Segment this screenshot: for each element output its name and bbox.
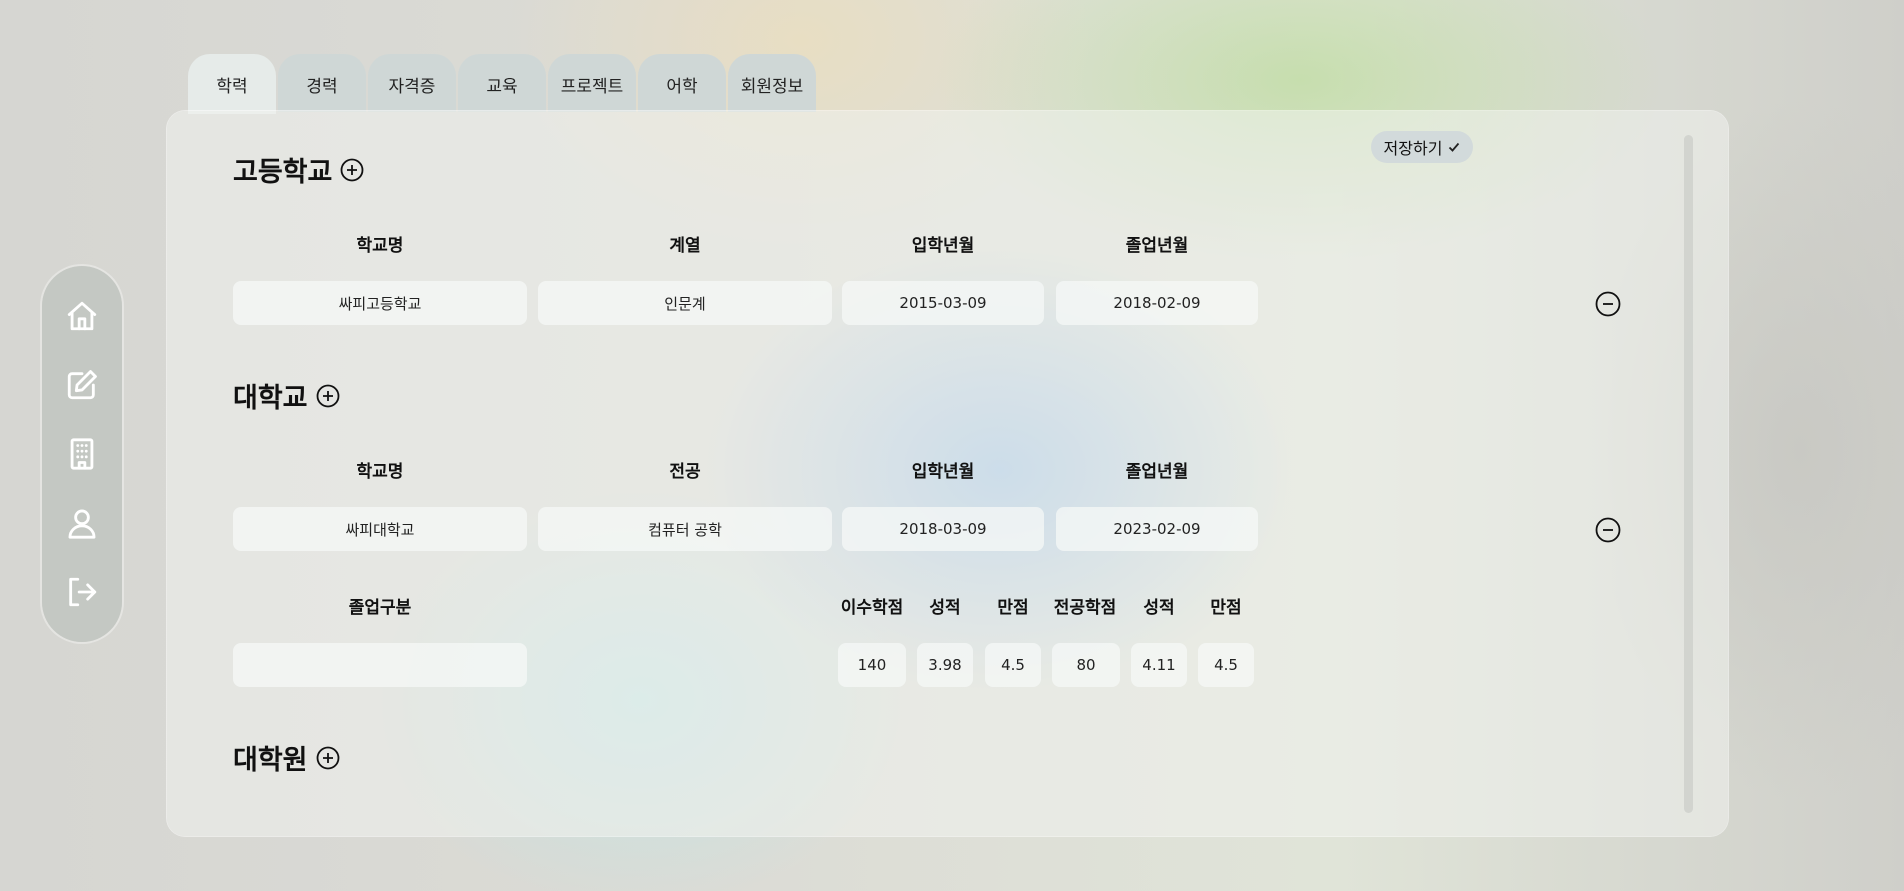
hs-graduation-header: 졸업년월 [1125, 236, 1189, 256]
tab-member-info[interactable]: 회원정보 [728, 54, 816, 112]
gpa-input[interactable]: 3.98 [917, 643, 973, 687]
hs-track-input[interactable]: 인문계 [538, 281, 832, 325]
uni-school-input[interactable]: 싸피대학교 [233, 507, 527, 551]
user-icon [68, 509, 96, 539]
sidebar-nav [42, 266, 122, 642]
uni-major-input[interactable]: 컴퓨터 공학 [538, 507, 832, 551]
nav-home[interactable] [62, 296, 102, 336]
uni-school-header: 학교명 [356, 462, 404, 482]
home-icon [67, 301, 97, 331]
grad-school-title: 대학원 [233, 745, 308, 776]
tab-education[interactable]: 학력 [188, 54, 276, 114]
add-grad-school-button[interactable] [316, 746, 340, 770]
nav-logout[interactable] [62, 572, 102, 612]
plus-circle-icon [340, 158, 364, 181]
major-gpa-max-header: 만점 [1210, 598, 1242, 618]
hs-admission-header: 입학년월 [911, 236, 975, 256]
high-school-title: 고등학교 [233, 157, 333, 188]
minus-circle-icon [1595, 291, 1621, 317]
uni-admission-input[interactable]: 2018-03-09 [842, 507, 1044, 551]
plus-circle-icon [316, 384, 339, 407]
credits-input[interactable]: 140 [838, 643, 906, 687]
hs-track-header: 계열 [669, 236, 701, 256]
grad-school-section-title: 대학원 [233, 738, 340, 777]
uni-graduation-header: 졸업년월 [1125, 462, 1189, 482]
plus-circle-icon [316, 746, 339, 769]
nav-company[interactable] [62, 434, 102, 474]
logout-icon [69, 577, 97, 607]
minus-circle-icon [1595, 517, 1621, 543]
hs-admission-input[interactable]: 2015-03-09 [842, 281, 1044, 325]
tab-bar: 학력 경력 자격증 교육 프로젝트 어학 회원정보 [188, 54, 816, 114]
tab-certificate[interactable]: 자격증 [368, 54, 456, 112]
remove-high-school-button[interactable] [1595, 291, 1621, 317]
grad-type-input[interactable] [233, 643, 527, 687]
tab-career[interactable]: 경력 [278, 54, 366, 112]
nav-profile[interactable] [62, 503, 102, 543]
building-icon [70, 438, 94, 470]
tab-language[interactable]: 어학 [638, 54, 726, 112]
credits-header: 이수학점 [840, 598, 904, 618]
gpa-max-input[interactable]: 4.5 [985, 643, 1041, 687]
check-icon [1449, 142, 1460, 152]
university-title: 대학교 [233, 383, 308, 414]
grad-type-header: 졸업구분 [348, 598, 412, 618]
university-section-title: 대학교 [233, 376, 340, 415]
hs-graduation-input[interactable]: 2018-02-09 [1056, 281, 1258, 325]
hs-school-header: 학교명 [356, 236, 404, 256]
gpa-header: 성적 [929, 598, 961, 618]
add-high-school-button[interactable] [340, 158, 364, 182]
major-credits-input[interactable]: 80 [1052, 643, 1120, 687]
uni-graduation-input[interactable]: 2023-02-09 [1056, 507, 1258, 551]
remove-university-button[interactable] [1595, 517, 1621, 543]
high-school-section-title: 고등학교 [233, 150, 364, 189]
major-gpa-header: 성적 [1143, 598, 1175, 618]
save-button[interactable]: 저장하기 [1371, 131, 1473, 163]
tab-training[interactable]: 교육 [458, 54, 546, 112]
major-gpa-input[interactable]: 4.11 [1131, 643, 1187, 687]
uni-admission-header: 입학년월 [911, 462, 975, 482]
major-credits-header: 전공학점 [1053, 598, 1117, 618]
save-button-label: 저장하기 [1383, 139, 1443, 158]
hs-school-input[interactable]: 싸피고등학교 [233, 281, 527, 325]
edit-icon [67, 370, 97, 400]
tab-project[interactable]: 프로젝트 [548, 54, 636, 112]
gpa-max-header: 만점 [997, 598, 1029, 618]
add-university-button[interactable] [316, 384, 340, 408]
scrollbar[interactable] [1684, 135, 1693, 813]
nav-edit[interactable] [62, 365, 102, 405]
uni-major-header: 전공 [669, 462, 701, 482]
major-gpa-max-input[interactable]: 4.5 [1198, 643, 1254, 687]
